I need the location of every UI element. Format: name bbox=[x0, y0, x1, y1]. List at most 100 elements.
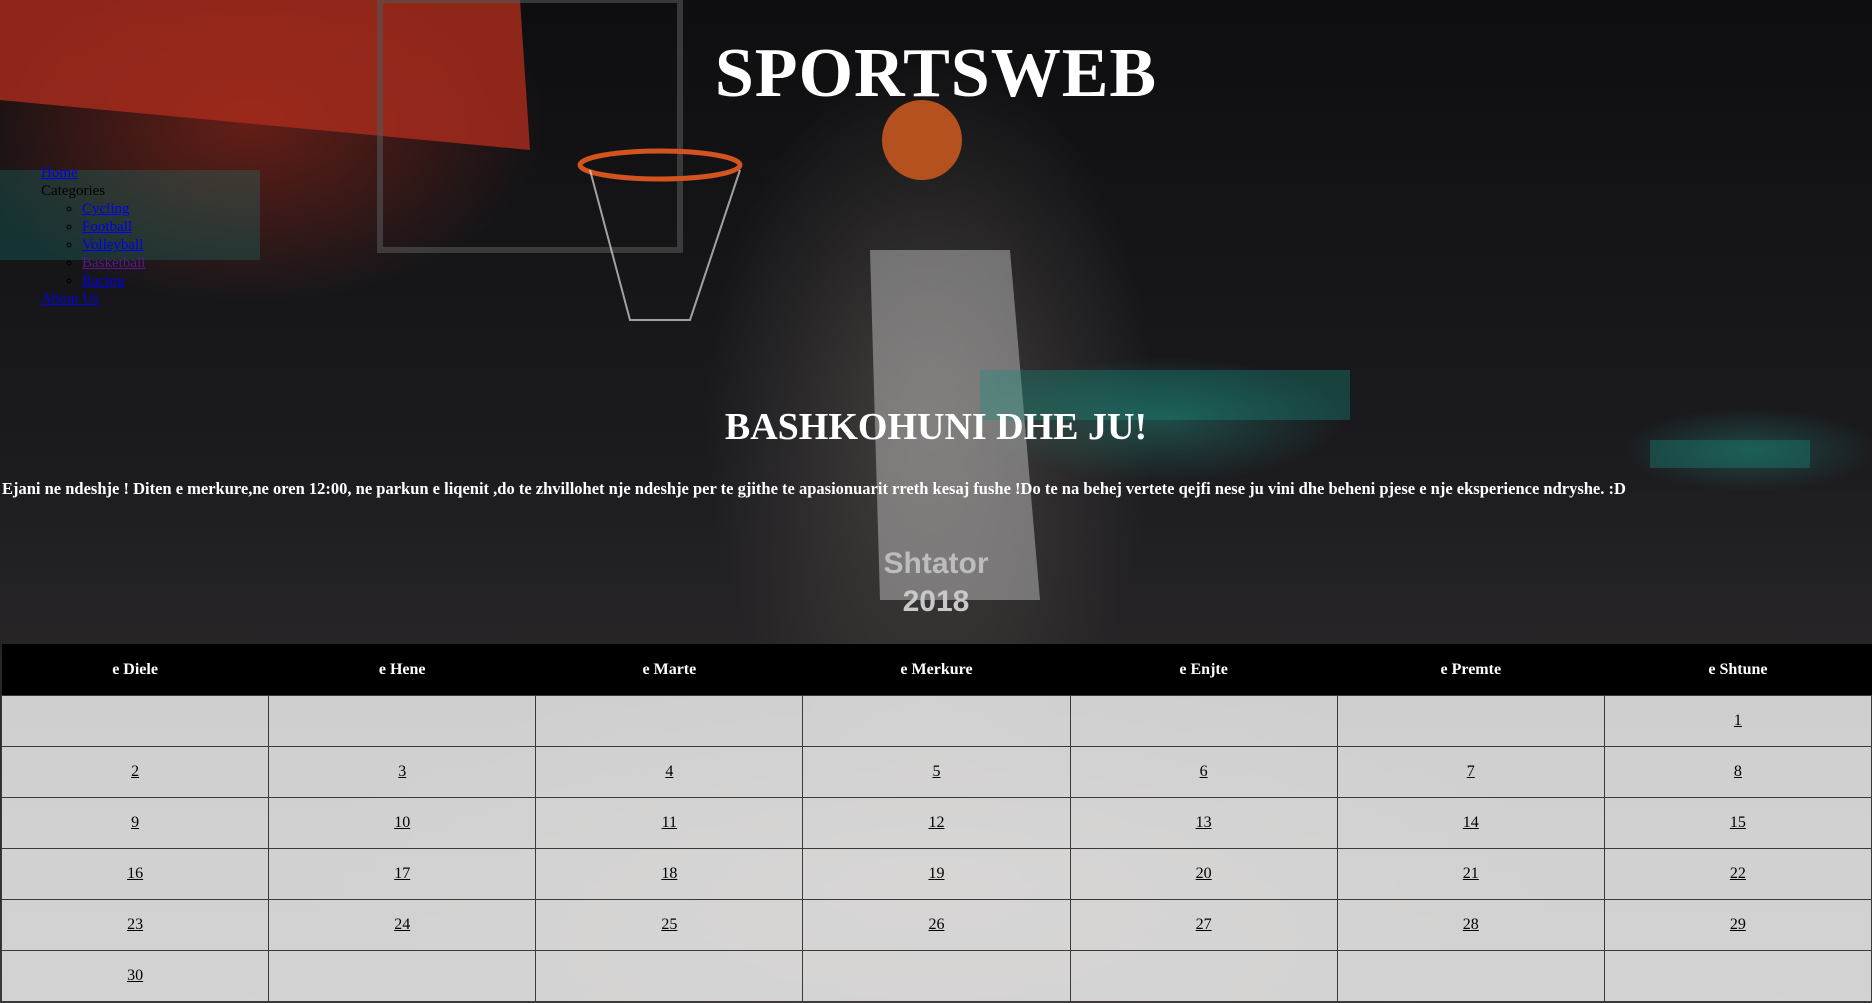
calendar-day-link[interactable]: 11 bbox=[662, 814, 677, 831]
calendar-day-link[interactable]: 20 bbox=[1196, 865, 1212, 882]
calendar-empty-cell bbox=[0, 695, 270, 747]
calendar-empty-cell bbox=[268, 950, 537, 1002]
calendar-day-link[interactable]: 21 bbox=[1463, 865, 1479, 882]
calendar-week-row: 23 24 25 26 27 28 29 bbox=[0, 899, 1872, 951]
nav-list: Home Categories Cycling Football Volleyb… bbox=[41, 164, 145, 308]
calendar-caption: Shtator 2018 bbox=[0, 545, 1872, 621]
calendar-empty-cell bbox=[1336, 695, 1605, 747]
calendar-day-cell[interactable]: 29 bbox=[1603, 899, 1872, 951]
nav-categories-list: Cycling Football Volleyball Basketball R… bbox=[41, 200, 145, 290]
calendar-empty-cell bbox=[1069, 950, 1338, 1002]
calendar-day-link[interactable]: 22 bbox=[1730, 865, 1746, 882]
calendar-day-cell[interactable]: 9 bbox=[0, 797, 270, 849]
calendar-day-link[interactable]: 5 bbox=[932, 763, 940, 780]
nav-link-basketball[interactable]: Basketball bbox=[82, 255, 145, 271]
join-heading: BASHKOHUNI DHE JU! bbox=[724, 406, 1148, 448]
nav-item-basketball: Basketball bbox=[82, 254, 145, 272]
calendar-day-cell[interactable]: 26 bbox=[802, 899, 1071, 951]
calendar-day-cell[interactable]: 10 bbox=[268, 797, 537, 849]
calendar-day-cell[interactable]: 4 bbox=[535, 746, 804, 798]
calendar-day-link[interactable]: 4 bbox=[665, 763, 673, 780]
nav-link-football[interactable]: Football bbox=[82, 219, 132, 235]
calendar-day-link[interactable]: 14 bbox=[1463, 814, 1479, 831]
calendar-day-cell[interactable]: 3 bbox=[268, 746, 537, 798]
calendar-day-cell[interactable]: 19 bbox=[802, 848, 1071, 900]
calendar-day-cell[interactable]: 7 bbox=[1336, 746, 1605, 798]
calendar-day-cell[interactable]: 20 bbox=[1069, 848, 1338, 900]
nav-item-cycling: Cycling bbox=[82, 200, 145, 218]
nav-item-about: About Us bbox=[41, 290, 145, 308]
calendar-day-link[interactable]: 2 bbox=[131, 763, 139, 780]
calendar-week-row: 16 17 18 19 20 21 22 bbox=[0, 848, 1872, 900]
calendar-empty-cell bbox=[1336, 950, 1605, 1002]
calendar-day-link[interactable]: 7 bbox=[1467, 763, 1475, 780]
calendar-day-cell[interactable]: 14 bbox=[1336, 797, 1605, 849]
calendar-week-row: 9 10 11 12 13 14 15 bbox=[0, 797, 1872, 849]
calendar-day-link[interactable]: 28 bbox=[1463, 916, 1479, 933]
calendar-day-link[interactable]: 17 bbox=[394, 865, 410, 882]
calendar-day-cell[interactable]: 30 bbox=[0, 950, 270, 1002]
calendar-day-cell[interactable]: 1 bbox=[1603, 695, 1872, 747]
calendar-empty-cell bbox=[802, 950, 1071, 1002]
calendar-day-link[interactable]: 9 bbox=[131, 814, 139, 831]
calendar-day-link[interactable]: 12 bbox=[928, 814, 944, 831]
calendar-day-cell[interactable]: 6 bbox=[1069, 746, 1338, 798]
nav-link-volleyball[interactable]: Volleyball bbox=[82, 237, 143, 253]
calendar-day-cell[interactable]: 15 bbox=[1603, 797, 1872, 849]
calendar-body: 1 2 3 4 5 6 7 8 9 10 11 12 13 14 15 16 17 18 19 20 21 22 23 24 2… bbox=[0, 695, 1872, 1002]
calendar-day-link[interactable]: 1 bbox=[1734, 712, 1742, 729]
nav-link-about[interactable]: About Us bbox=[41, 291, 99, 307]
nav-link-cycling[interactable]: Cycling bbox=[82, 201, 130, 217]
calendar-year: 2018 bbox=[902, 585, 970, 618]
calendar-day-link[interactable]: 18 bbox=[661, 865, 677, 882]
calendar-day-cell[interactable]: 2 bbox=[0, 746, 270, 798]
calendar-day-cell[interactable]: 23 bbox=[0, 899, 270, 951]
nav-item-football: Football bbox=[82, 218, 145, 236]
calendar-day-link[interactable]: 29 bbox=[1730, 916, 1746, 933]
calendar-day-link[interactable]: 25 bbox=[661, 916, 677, 933]
calendar-empty-cell bbox=[268, 695, 537, 747]
weekday-header: e Merkure bbox=[802, 644, 1071, 696]
weekday-header: e Hene bbox=[268, 644, 536, 696]
calendar-day-link[interactable]: 15 bbox=[1730, 814, 1746, 831]
calendar-day-cell[interactable]: 17 bbox=[268, 848, 537, 900]
calendar-day-link[interactable]: 19 bbox=[928, 865, 944, 882]
calendar-week-row: 30 bbox=[0, 950, 1872, 1002]
calendar-day-cell[interactable]: 13 bbox=[1069, 797, 1338, 849]
calendar-day-cell[interactable]: 28 bbox=[1336, 899, 1605, 951]
calendar-day-link[interactable]: 3 bbox=[398, 763, 406, 780]
calendar-day-cell[interactable]: 22 bbox=[1603, 848, 1872, 900]
calendar-day-link[interactable]: 26 bbox=[928, 916, 944, 933]
weekday-header: e Shtune bbox=[1604, 644, 1872, 696]
calendar-day-link[interactable]: 23 bbox=[127, 916, 143, 933]
calendar-day-link[interactable]: 10 bbox=[394, 814, 410, 831]
weekday-header: e Premte bbox=[1337, 644, 1605, 696]
calendar-day-cell[interactable]: 25 bbox=[535, 899, 804, 951]
weekday-header: e Marte bbox=[535, 644, 803, 696]
calendar-day-link[interactable]: 8 bbox=[1734, 763, 1742, 780]
calendar-day-cell[interactable]: 24 bbox=[268, 899, 537, 951]
nav-item-home: Home bbox=[41, 164, 145, 182]
calendar-day-cell[interactable]: 5 bbox=[802, 746, 1071, 798]
calendar-day-link[interactable]: 6 bbox=[1200, 763, 1208, 780]
calendar-empty-cell bbox=[535, 695, 804, 747]
calendar-empty-cell bbox=[1069, 695, 1338, 747]
nav-link-racing[interactable]: Racing bbox=[82, 273, 125, 289]
nav-item-categories: Categories Cycling Football Volleyball B… bbox=[41, 182, 145, 290]
calendar-day-cell[interactable]: 21 bbox=[1336, 848, 1605, 900]
calendar-day-link[interactable]: 27 bbox=[1196, 916, 1212, 933]
nav-link-home[interactable]: Home bbox=[41, 165, 78, 181]
calendar-day-link[interactable]: 13 bbox=[1196, 814, 1212, 831]
calendar-day-link[interactable]: 30 bbox=[127, 967, 143, 984]
calendar-day-link[interactable]: 24 bbox=[394, 916, 410, 933]
calendar-day-cell[interactable]: 11 bbox=[535, 797, 804, 849]
calendar-empty-cell bbox=[1603, 950, 1872, 1002]
calendar-day-cell[interactable]: 8 bbox=[1603, 746, 1872, 798]
calendar-day-cell[interactable]: 18 bbox=[535, 848, 804, 900]
calendar-day-cell[interactable]: 27 bbox=[1069, 899, 1338, 951]
calendar-day-cell[interactable]: 16 bbox=[0, 848, 270, 900]
calendar-day-link[interactable]: 16 bbox=[127, 865, 143, 882]
calendar-week-row: 2 3 4 5 6 7 8 bbox=[0, 746, 1872, 798]
calendar-day-cell[interactable]: 12 bbox=[802, 797, 1071, 849]
weekday-header: e Diele bbox=[1, 644, 269, 696]
